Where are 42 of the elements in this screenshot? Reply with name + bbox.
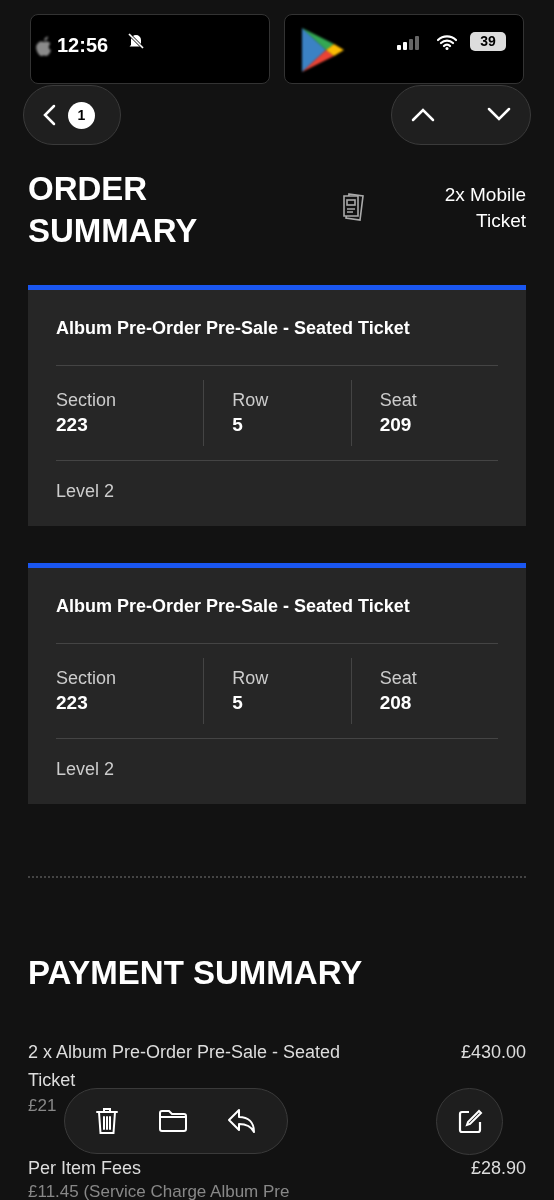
compose-icon <box>456 1108 483 1135</box>
battery-indicator: 39 <box>470 32 506 51</box>
field-value: 223 <box>56 691 89 715</box>
play-store-icon <box>300 26 346 74</box>
level-label: Level 2 <box>56 758 116 781</box>
field-label: Row <box>232 389 270 412</box>
signal-icon <box>397 36 421 50</box>
field-value: 208 <box>379 691 413 715</box>
chevron-down-icon[interactable] <box>487 106 511 122</box>
line-item-description: 2 x Album Pre-Order Pre-Sale - Seated Ticket <box>28 1040 342 1092</box>
field-value: 209 <box>379 413 413 437</box>
field-label: Seat <box>379 667 418 690</box>
count-badge: 1 <box>68 101 95 129</box>
ticket-name: Album Pre-Order Pre-Sale - Seated Ticket <box>56 568 498 644</box>
back-button[interactable]: 1 <box>23 85 121 145</box>
field-value: 5 <box>232 691 244 715</box>
order-summary-title: ORDER SUMMARY <box>28 169 199 251</box>
payment-summary-title: PAYMENT SUMMARY <box>28 953 364 993</box>
status-time: 12:56 <box>57 33 109 58</box>
app-store-badge[interactable] <box>30 14 270 84</box>
line-item-amount: £28.90 <box>470 1156 526 1180</box>
field-label: Section <box>56 389 118 412</box>
folder-icon[interactable] <box>158 1109 188 1133</box>
line-item-detail: £11.45 (Service Charge Album Pre <box>28 1181 291 1200</box>
ticket-name: Album Pre-Order Pre-Sale - Seated Ticket <box>56 290 498 366</box>
chevron-left-icon <box>42 104 56 126</box>
apple-icon <box>34 34 54 58</box>
trash-icon[interactable] <box>94 1107 119 1135</box>
field-label: Seat <box>379 389 418 412</box>
level-label: Level 2 <box>56 480 116 503</box>
line-item-detail: £21 <box>28 1094 58 1117</box>
reply-icon[interactable] <box>227 1108 258 1134</box>
line-item-description: Per Item Fees <box>28 1156 142 1180</box>
line-item-amount: £430.00 <box>460 1040 526 1064</box>
bell-muted-icon <box>127 32 145 50</box>
field-label: Row <box>232 667 270 690</box>
ticket-type-label: 2x Mobile Ticket <box>443 183 526 233</box>
field-label: Section <box>56 667 118 690</box>
wifi-icon <box>437 34 457 50</box>
field-value: 223 <box>56 413 89 437</box>
field-value: 5 <box>232 413 244 437</box>
chevron-up-icon[interactable] <box>411 106 435 122</box>
